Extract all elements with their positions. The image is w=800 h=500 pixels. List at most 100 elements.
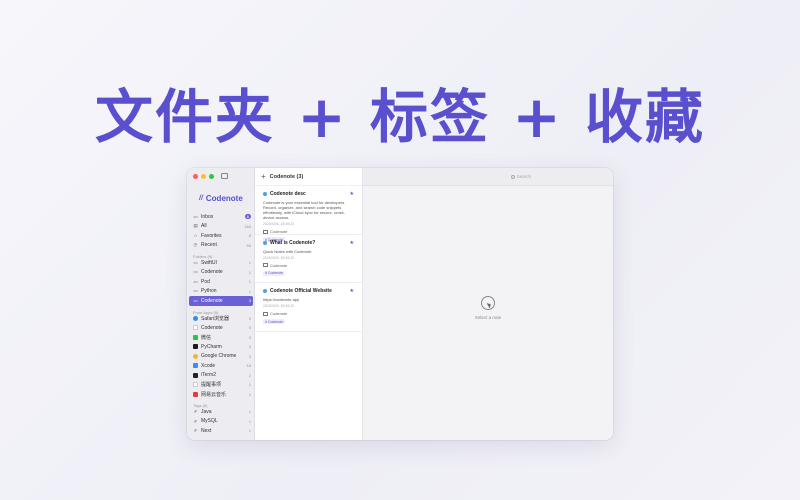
folder-item[interactable]: ▭ SwiftUI 1 — [187, 258, 254, 268]
app-item-reminders[interactable]: 提醒事项 1 — [187, 380, 254, 390]
sidebar-item-favorites[interactable]: ☆ Favorites 8 — [187, 231, 254, 241]
sidebar-item-count: 56 — [246, 242, 251, 248]
tag-item[interactable]: # Next 1 — [187, 426, 254, 436]
sidebar-toggle-icon[interactable] — [221, 173, 228, 179]
app-count: 3 — [248, 353, 251, 359]
iterm-icon — [193, 372, 198, 378]
sidebar-nav: ▭ Inbox 6 ▤ All 160 ☆ Favorites 8 ◷ Rece… — [187, 212, 254, 436]
sidebar-item-label: All — [201, 223, 207, 230]
note-card[interactable]: Codenote desc ★ Codenote is your essenti… — [255, 186, 362, 242]
app-label: 微信 — [201, 334, 212, 341]
apps-section-title: From Apps (9) — [193, 309, 219, 315]
notes-list-title: Codenote (3) — [269, 173, 304, 180]
hash-icon: # — [194, 428, 197, 434]
note-date: 2025/4/26, 18:49:22 — [263, 255, 295, 260]
tag-label: Java — [201, 408, 212, 415]
note-tag[interactable]: # Codenote — [263, 270, 286, 276]
traffic-lights — [193, 174, 214, 179]
app-count: 1 — [248, 382, 251, 388]
app-item-safari[interactable]: Safari浏览器 5 — [187, 314, 254, 324]
add-note-icon[interactable]: + — [261, 172, 266, 181]
folder-label: SwiftUI — [201, 259, 217, 266]
app-item-iterm[interactable]: iTerm2 2 — [187, 371, 254, 381]
sidebar-item-inbox[interactable]: ▭ Inbox 6 — [187, 212, 254, 222]
tag-item[interactable]: # MySQL 1 — [187, 417, 254, 427]
note-tag[interactable]: # Codenote — [263, 319, 286, 324]
brand: // Codenote — [199, 194, 243, 203]
tag-label: Next — [201, 427, 212, 434]
zoom-window-button[interactable] — [209, 174, 214, 179]
codenote-icon — [193, 325, 198, 331]
folder-count: 1 — [248, 269, 251, 275]
note-app-icon — [263, 289, 267, 293]
note-folder: Codenote — [263, 311, 354, 316]
inbox-count-badge: 6 — [244, 214, 251, 220]
sidebar-item-count: 160 — [244, 223, 251, 229]
note-title: What is Codenote? — [270, 239, 316, 246]
app-item-chrome[interactable]: Google Chrome 3 — [187, 352, 254, 362]
note-folder-label: Codenote — [270, 262, 288, 268]
detail-toolbar: Search — [363, 168, 613, 186]
app-item-xcode[interactable]: Xcode 16 — [187, 361, 254, 371]
app-count: 1 — [248, 391, 251, 397]
app-label: Codenote — [201, 324, 223, 331]
note-date: 2025/4/26, 18:49:22 — [263, 304, 295, 308]
note-date: 2025/4/26, 18:49:22 — [263, 222, 295, 226]
note-preview: https://codenote.app — [263, 297, 300, 302]
tag-label: MySQL — [201, 418, 218, 425]
safari-icon — [193, 315, 198, 321]
note-preview: Quick Notes with Codenote — [263, 248, 312, 254]
note-title: Codenote Official Website — [270, 288, 332, 294]
tag-item[interactable]: # Java 1 — [187, 407, 254, 417]
sidebar-item-all[interactable]: ▤ All 160 — [187, 222, 254, 232]
note-card[interactable]: Codenote Official Website ★ https://code… — [255, 283, 362, 332]
sidebar-item-label: Recent — [201, 242, 217, 249]
folders-section-title: Folders (9) — [193, 254, 213, 259]
favorite-star-icon[interactable]: ★ — [350, 288, 354, 294]
folder-label: Codenote — [201, 269, 223, 276]
app-label: iTerm2 — [201, 372, 217, 379]
reminders-icon — [193, 382, 198, 388]
folder-count: 1 — [248, 260, 251, 266]
empty-state: Select a note — [363, 296, 613, 320]
netease-music-icon — [193, 391, 198, 397]
note-card[interactable]: What is Codenote? ★ Quick Notes with Cod… — [255, 235, 362, 283]
app-item-netease-music[interactable]: 网易云音乐 1 — [187, 390, 254, 400]
app-label: Google Chrome — [201, 353, 237, 360]
folder-icon: ▭ — [193, 259, 198, 265]
folder-item-selected[interactable]: ▭ Codenote 3 — [189, 296, 253, 306]
folder-label: Pod — [201, 278, 210, 285]
sidebar-item-label: Inbox — [201, 213, 214, 220]
app-item-wechat[interactable]: 微信 3 — [187, 333, 254, 343]
brand-name: Codenote — [205, 194, 243, 203]
close-window-button[interactable] — [193, 174, 198, 179]
app-item-pycharm[interactable]: PyCharm 2 — [187, 342, 254, 352]
note-folder: Codenote — [263, 263, 354, 268]
hash-icon: # — [194, 409, 197, 415]
search-field[interactable]: Search — [510, 174, 531, 179]
favorite-star-icon[interactable]: ★ — [350, 240, 354, 246]
pycharm-icon — [193, 344, 198, 350]
wechat-icon — [193, 334, 198, 340]
sidebar-item-label: Favorites — [201, 232, 222, 239]
folder-item[interactable]: ▭ Pod 1 — [187, 277, 254, 287]
search-icon — [510, 174, 515, 179]
app-count: 5 — [248, 315, 251, 321]
folder-item[interactable]: ▭ Python 1 — [187, 287, 254, 297]
note-app-icon — [263, 192, 267, 196]
tag-count: 1 — [248, 418, 251, 424]
sidebar-item-recent[interactable]: ◷ Recent 56 — [187, 241, 254, 251]
note-preview: Codenote is your essential tool for deve… — [263, 200, 346, 220]
minimize-window-button[interactable] — [201, 174, 206, 179]
app-label: Xcode — [201, 362, 216, 369]
app-count: 3 — [248, 334, 251, 340]
app-label: 网易云音乐 — [201, 391, 227, 398]
favorite-star-icon[interactable]: ★ — [350, 191, 354, 197]
app-window: // Codenote ▭ Inbox 6 ▤ All 160 ☆ Favori… — [187, 168, 613, 440]
app-item-codenote[interactable]: Codenote 5 — [187, 323, 254, 333]
sidebar-item-count: 8 — [248, 233, 251, 239]
folder-count: 3 — [248, 298, 251, 304]
folder-item[interactable]: ▭ Codenote 1 — [187, 268, 254, 278]
app-count: 5 — [248, 325, 251, 331]
app-count: 2 — [248, 344, 251, 350]
